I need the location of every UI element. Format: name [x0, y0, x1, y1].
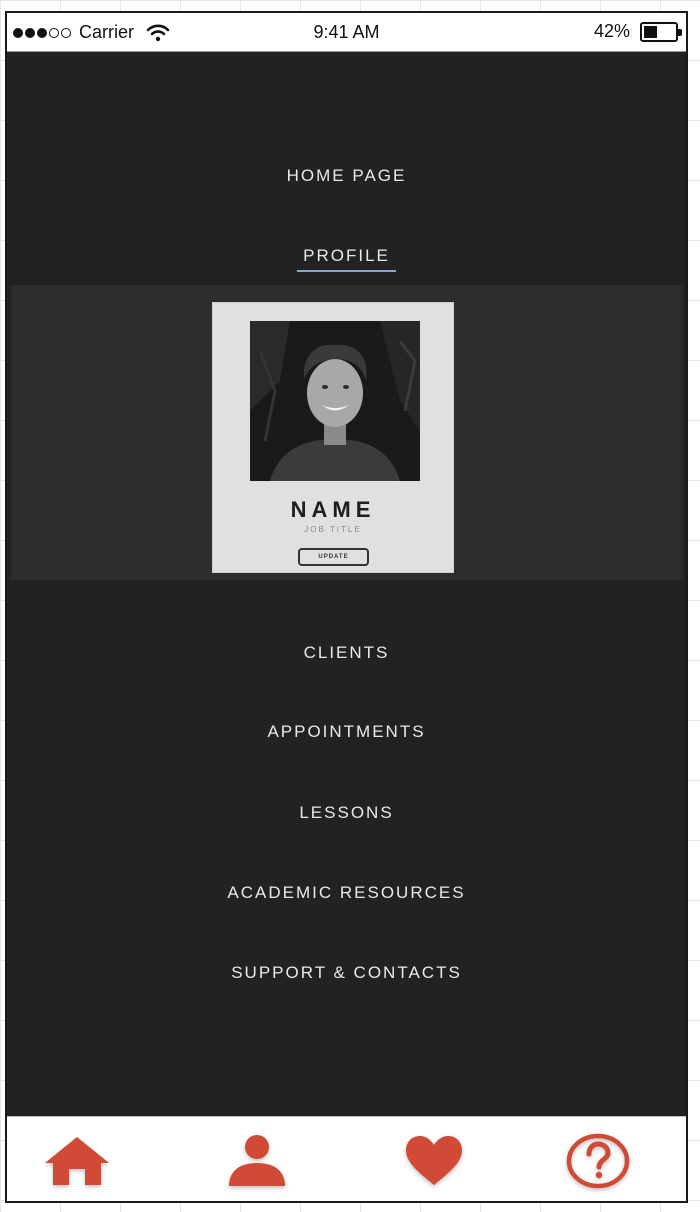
- menu-item-support-contacts-label: SUPPORT & CONTACTS: [231, 963, 462, 982]
- profile-photo-image: [250, 321, 420, 481]
- menu-item-clients-label: CLIENTS: [303, 643, 390, 662]
- tab-profile[interactable]: [221, 1131, 293, 1191]
- tab-bar: [7, 1116, 686, 1201]
- menu-item-appointments[interactable]: APPOINTMENTS: [7, 722, 686, 746]
- menu-item-academic-resources[interactable]: ACADEMIC RESOURCES: [7, 883, 686, 907]
- menu-item-academic-resources-label: ACADEMIC RESOURCES: [227, 883, 466, 902]
- status-right: 42%: [593, 21, 682, 42]
- battery-nub: [678, 28, 682, 36]
- menu-item-support-contacts[interactable]: SUPPORT & CONTACTS: [7, 963, 686, 987]
- profile-name: NAME: [290, 497, 376, 522]
- battery-icon: [640, 21, 682, 42]
- status-bar: Carrier 9:41 AM 42%: [7, 13, 686, 52]
- phone-screen: Carrier 9:41 AM 42% HOME PAGE PROFILE NA…: [5, 11, 688, 1203]
- update-button[interactable]: UPDATE: [298, 548, 369, 566]
- heart-icon: [406, 1136, 462, 1185]
- menu-item-home[interactable]: HOME PAGE: [7, 166, 686, 190]
- battery-percent: 42%: [593, 21, 630, 41]
- menu-item-profile-label: PROFILE: [297, 246, 396, 272]
- tab-favorites[interactable]: [398, 1131, 470, 1191]
- tab-help[interactable]: [562, 1131, 634, 1191]
- menu-item-appointments-label: APPOINTMENTS: [267, 722, 426, 741]
- status-time: 9:41 AM: [313, 22, 380, 42]
- help-icon: [566, 1133, 630, 1189]
- menu-item-home-label: HOME PAGE: [286, 166, 407, 185]
- menu-item-clients[interactable]: CLIENTS: [7, 643, 686, 667]
- menu-item-lessons-label: LESSONS: [299, 803, 394, 822]
- profile-job-title: JOB TITLE: [304, 525, 362, 534]
- home-icon: [45, 1137, 109, 1185]
- profile-photo: [250, 321, 420, 481]
- menu-item-lessons[interactable]: LESSONS: [7, 803, 686, 827]
- menu-item-profile[interactable]: PROFILE: [7, 246, 686, 272]
- tab-home[interactable]: [41, 1131, 113, 1191]
- profile-card: NAME JOB TITLE UPDATE: [212, 302, 454, 573]
- battery-fill: [644, 25, 657, 38]
- person-icon: [229, 1135, 285, 1186]
